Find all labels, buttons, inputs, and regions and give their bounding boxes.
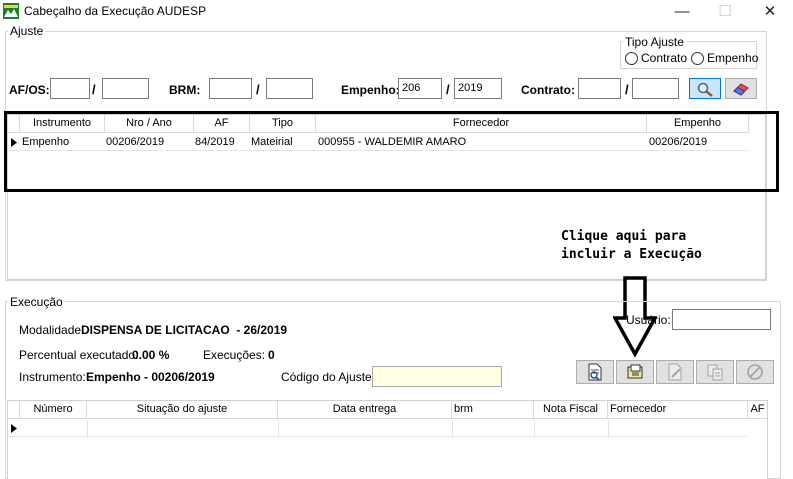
radio-contrato-circle[interactable] [625, 51, 638, 65]
percentual-value: 0.00 % [132, 348, 170, 362]
col-brm[interactable]: brm [452, 401, 534, 419]
instrumento-value: Empenho - 00206/2019 [86, 370, 215, 384]
radio-empenho[interactable]: Empenho [691, 51, 758, 65]
window-title: Cabeçalho da Execução AUDESP [24, 4, 207, 18]
usuario-field[interactable] [672, 309, 771, 330]
clear-button[interactable] [725, 78, 757, 99]
col-fornecedor[interactable]: Fornecedor [608, 401, 748, 419]
execucao-table[interactable]: Número Situação do ajuste Data entrega b… [7, 400, 768, 479]
close-button[interactable]: ✕ [748, 0, 792, 24]
edit-execucao-button[interactable] [656, 360, 694, 384]
col-nota-fiscal[interactable]: Nota Fiscal [534, 401, 608, 419]
af-os-field-1[interactable] [50, 78, 90, 99]
modalidade-label: Modalidade: [19, 323, 85, 337]
execucao-group-label: Execução [8, 295, 65, 309]
view-execucao-button[interactable] [576, 360, 614, 384]
col-af[interactable]: AF [748, 401, 767, 419]
col-situacao[interactable]: Situação do ajuste [87, 401, 278, 419]
minimize-icon: — [674, 3, 690, 20]
eraser-icon [733, 82, 749, 96]
radio-contrato[interactable]: Contrato [625, 51, 687, 65]
edit-document-icon [668, 363, 682, 381]
percentual-label: Percentual executado: [19, 348, 139, 362]
audesp-logo-icon [3, 3, 19, 19]
af-os-label: AF/OS: [9, 83, 50, 97]
empenho-field-year[interactable]: 2019 [454, 78, 502, 99]
cancel-execucao-button[interactable] [736, 360, 774, 384]
brm-field-1[interactable] [209, 78, 252, 99]
annotation-line-1: Clique aqui para [561, 229, 687, 244]
maximize-icon: ☐ [718, 3, 732, 20]
view-document-icon [588, 363, 602, 381]
modalidade-value: DISPENSA DE LICITACAO - 26/2019 [81, 323, 288, 337]
brm-separator: / [256, 82, 260, 97]
copy-execucao-button[interactable] [696, 360, 734, 384]
contrato-field-1[interactable] [578, 78, 621, 99]
brm-label: BRM: [169, 83, 201, 97]
add-document-icon [627, 364, 643, 379]
copy-document-icon [707, 364, 723, 381]
tipo-ajuste-label: Tipo Ajuste [623, 35, 686, 49]
execucoes-label: Execuções: [203, 348, 266, 362]
codigo-ajuste-label: Código do Ajuste: [281, 370, 376, 384]
af-os-field-2[interactable] [102, 78, 149, 99]
add-execucao-button[interactable] [616, 360, 654, 384]
minimize-button[interactable]: — [660, 0, 704, 24]
contrato-separator: / [625, 82, 629, 97]
empenho-field-number[interactable]: 206 [398, 78, 442, 99]
maximize-button[interactable]: ☐ [703, 0, 747, 24]
highlight-box [4, 111, 779, 192]
empenho-separator: / [446, 82, 450, 97]
contrato-label: Contrato: [521, 83, 575, 97]
instrumento-label: Instrumento: [19, 370, 86, 384]
ajuste-group-label: Ajuste [8, 24, 46, 38]
col-data-entrega[interactable]: Data entrega [278, 401, 452, 419]
current-row-arrow-icon [11, 424, 17, 433]
radio-empenho-circle[interactable] [691, 51, 704, 65]
execucao-table-header: Número Situação do ajuste Data entrega b… [8, 401, 767, 419]
radio-contrato-label: Contrato [641, 51, 688, 65]
title-bar: Cabeçalho da Execução AUDESP — ☐ ✕ [0, 0, 793, 24]
col-numero[interactable]: Número [20, 401, 87, 419]
brm-field-2[interactable] [266, 78, 313, 99]
table-row[interactable] [8, 420, 747, 437]
codigo-ajuste-field[interactable] [372, 366, 502, 387]
af-os-separator: / [92, 82, 96, 97]
radio-empenho-label: Empenho [707, 51, 759, 65]
search-button[interactable] [689, 78, 721, 99]
close-icon: ✕ [763, 3, 777, 20]
cancel-icon [747, 364, 763, 380]
empenho-label: Empenho: [341, 83, 400, 97]
annotation-line-2: incluir a Execução [561, 247, 702, 262]
execucoes-value: 0 [268, 348, 275, 362]
usuario-label: Usuário: [626, 313, 671, 327]
row-indicator-header [8, 401, 20, 419]
contrato-field-2[interactable] [632, 78, 679, 99]
search-icon [697, 82, 713, 97]
